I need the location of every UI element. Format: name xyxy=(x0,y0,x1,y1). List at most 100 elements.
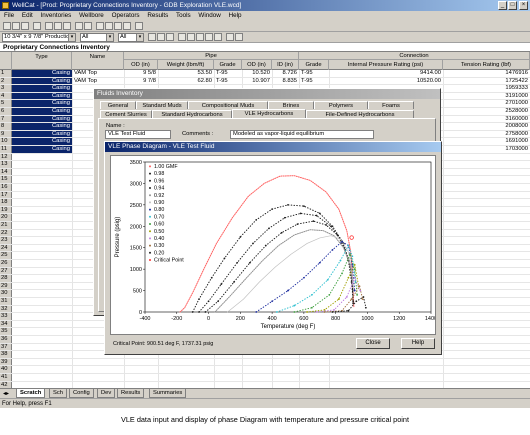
cell-type[interactable] xyxy=(12,184,72,191)
cell-tension[interactable] xyxy=(443,214,528,221)
copy-icon[interactable] xyxy=(54,22,62,30)
menu-item[interactable]: File xyxy=(4,12,14,19)
help-button[interactable]: Help xyxy=(401,338,435,349)
cell-type[interactable] xyxy=(12,260,72,267)
col-od[interactable]: OD (in) xyxy=(124,60,158,70)
cell-od[interactable] xyxy=(126,359,156,366)
insert-row-icon[interactable] xyxy=(178,33,186,41)
wellbore-icon[interactable] xyxy=(205,33,213,41)
col-type[interactable]: Type xyxy=(12,52,72,70)
cell-grade[interactable]: T-95 xyxy=(216,70,242,77)
cell-tension[interactable] xyxy=(443,199,528,206)
cell-type[interactable]: Casing xyxy=(12,108,72,115)
tab-compositional-muds[interactable]: Compositional Muds xyxy=(188,101,268,109)
cell-name[interactable] xyxy=(74,359,124,366)
cell-type[interactable] xyxy=(12,192,72,199)
cell-od[interactable] xyxy=(126,374,156,381)
cell-tension[interactable] xyxy=(443,161,528,168)
cell-tension[interactable] xyxy=(443,351,528,358)
cell-grade2[interactable]: T-95 xyxy=(301,70,329,77)
row-number[interactable]: 24 xyxy=(0,244,12,252)
close-button[interactable]: Close xyxy=(356,338,390,349)
cell-ipr[interactable] xyxy=(329,374,441,381)
menu-item[interactable]: Window xyxy=(198,12,220,19)
col-id[interactable]: ID (in) xyxy=(272,60,299,70)
paste-icon[interactable] xyxy=(63,22,71,30)
row-number[interactable]: 8 xyxy=(0,123,12,130)
col-grade[interactable]: Grade xyxy=(214,60,242,70)
string-select[interactable]: 10 3/4" x 9 7/8" Production ▾ xyxy=(2,33,76,42)
cell-type[interactable]: Casing xyxy=(12,77,72,85)
row-number[interactable]: 16 xyxy=(0,184,12,191)
cell-tension[interactable]: 1725422 xyxy=(443,78,528,85)
cell-tension[interactable]: 1476916 xyxy=(443,70,528,77)
cell-od2[interactable] xyxy=(242,366,270,373)
cell-tension[interactable]: 2701000 xyxy=(443,100,528,107)
empty-table-row[interactable]: 41 xyxy=(0,374,530,382)
cell-tension[interactable] xyxy=(443,260,528,267)
cell-od2[interactable] xyxy=(242,359,270,366)
tab-file-defined-hydrocarbons[interactable]: File-Defined Hydrocarbons xyxy=(306,110,414,118)
cell-type[interactable]: Casing xyxy=(12,85,72,92)
row-number[interactable]: 9 xyxy=(0,130,12,138)
cell-type[interactable] xyxy=(12,359,72,366)
row-number[interactable]: 29 xyxy=(0,282,12,290)
cell-grade2[interactable] xyxy=(301,374,329,381)
cell-type[interactable] xyxy=(12,344,72,351)
cell-tension[interactable]: 2008000 xyxy=(443,123,528,130)
cell-ipr[interactable] xyxy=(329,366,441,373)
row-number[interactable]: 4 xyxy=(0,92,12,100)
cell-tension[interactable] xyxy=(443,366,528,373)
cell-tension[interactable]: 1959333 xyxy=(443,85,528,92)
cell-type[interactable]: Casing xyxy=(12,123,72,130)
empty-table-row[interactable]: 39 xyxy=(0,358,530,367)
cell-tension[interactable] xyxy=(443,328,528,335)
sheet-tab-sch[interactable]: Sch xyxy=(49,389,67,398)
cell-grade[interactable] xyxy=(216,359,242,366)
help-icon[interactable] xyxy=(135,22,143,30)
cell-ipr[interactable]: 10520.00 xyxy=(329,78,441,85)
row-number[interactable]: 34 xyxy=(0,320,12,328)
delete-row-icon[interactable] xyxy=(187,33,195,41)
refresh-icon[interactable] xyxy=(235,33,243,41)
report-icon[interactable] xyxy=(123,22,131,30)
cell-grade[interactable] xyxy=(216,366,242,373)
plot-icon[interactable] xyxy=(105,22,113,30)
cell-type[interactable] xyxy=(12,328,72,335)
row-number[interactable]: 7 xyxy=(0,115,12,123)
row-number[interactable]: 36 xyxy=(0,336,12,343)
cell-type[interactable]: Casing xyxy=(12,146,72,153)
menu-item[interactable]: Tools xyxy=(176,12,191,19)
row-number[interactable]: 17 xyxy=(0,191,12,199)
cell-type[interactable] xyxy=(12,268,72,275)
cell-tension[interactable] xyxy=(443,230,528,237)
cell-type[interactable] xyxy=(12,252,72,259)
cell-tension[interactable] xyxy=(443,154,528,161)
row-number[interactable]: 14 xyxy=(0,168,12,176)
filter-select-2[interactable]: All ▾ xyxy=(118,33,144,42)
row-number[interactable]: 25 xyxy=(0,252,12,259)
row-number[interactable]: 32 xyxy=(0,305,12,313)
cell-type[interactable] xyxy=(12,169,72,176)
cell-ipr[interactable] xyxy=(329,359,441,366)
sheet-tab-scratch[interactable]: Scratch xyxy=(16,389,46,398)
cell-tension[interactable]: 2758000 xyxy=(443,131,528,138)
close-icon[interactable]: × xyxy=(519,1,528,10)
row-number[interactable]: 5 xyxy=(0,100,12,107)
cell-type[interactable] xyxy=(12,283,72,290)
cell-weight[interactable]: 62.80 xyxy=(158,78,212,85)
cell-tension[interactable] xyxy=(443,184,528,191)
cell-tension[interactable]: 2528000 xyxy=(443,108,528,115)
new-file-icon[interactable] xyxy=(3,22,11,30)
row-number[interactable]: 6 xyxy=(0,108,12,115)
cell-type[interactable]: Casing xyxy=(12,70,72,77)
row-number[interactable]: 18 xyxy=(0,199,12,206)
tab-cement-slurries[interactable]: Cement Slurries xyxy=(100,110,152,118)
cell-type[interactable] xyxy=(12,306,72,313)
col-weight[interactable]: Weight (lbm/ft) xyxy=(158,60,214,70)
tab-vle-hydrocarbons[interactable]: VLE Hydrocarbons xyxy=(232,109,306,118)
open-icon[interactable] xyxy=(12,22,20,30)
zoom-icon[interactable] xyxy=(226,33,234,41)
minimize-icon[interactable]: _ xyxy=(498,1,507,10)
calculate-icon[interactable] xyxy=(96,22,104,30)
